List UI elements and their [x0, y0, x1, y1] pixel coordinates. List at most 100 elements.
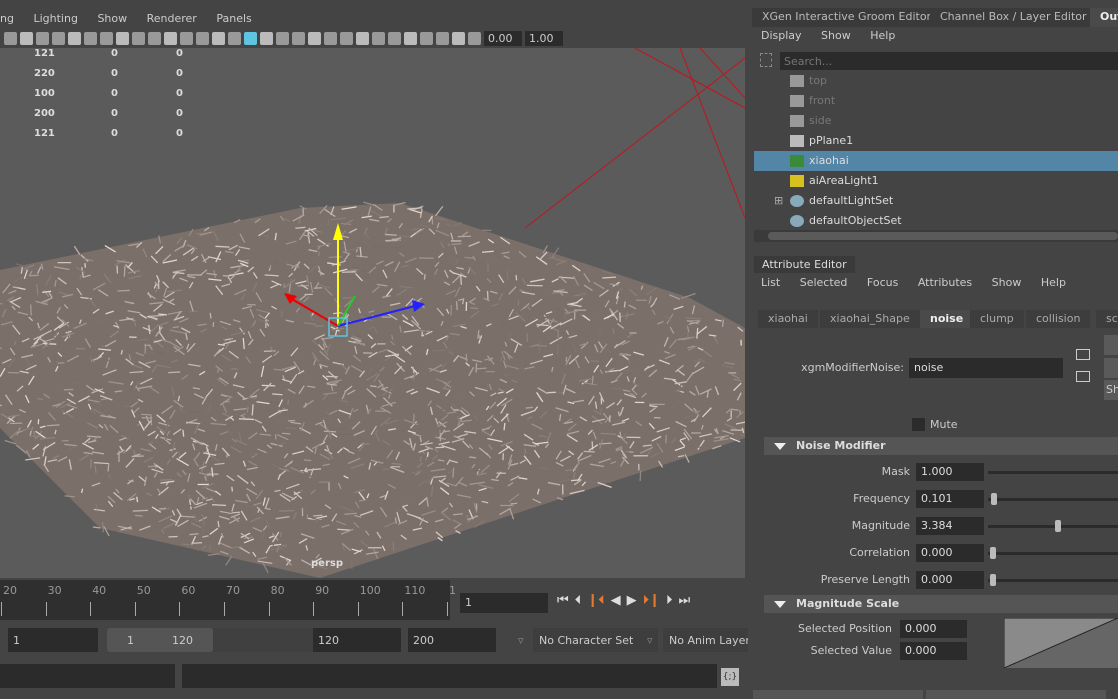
attr-field-mask[interactable]: 1.000: [916, 463, 984, 481]
menu-lighting[interactable]: Lighting: [33, 12, 77, 25]
menu-show[interactable]: Show: [992, 276, 1022, 289]
safe-title-icon[interactable]: [212, 32, 225, 45]
menu-show[interactable]: Show: [97, 12, 127, 25]
menu-panels[interactable]: Panels: [216, 12, 251, 25]
motion-blur-icon[interactable]: [340, 32, 353, 45]
grid-icon[interactable]: [116, 32, 129, 45]
gamma-field[interactable]: 1.00: [525, 31, 563, 46]
select-camera-icon[interactable]: [404, 32, 417, 45]
ambient-occlusion-icon[interactable]: [324, 32, 337, 45]
outliner-search-input[interactable]: [780, 52, 1118, 70]
tab-xgen[interactable]: XGen Interactive Groom Editor: [752, 8, 942, 27]
menu-help[interactable]: Help: [1041, 276, 1066, 289]
attr-field-magnitude[interactable]: 3.384: [916, 517, 984, 535]
outliner-item-pPlane1[interactable]: pPlane1: [754, 131, 1118, 151]
menu-focus[interactable]: Focus: [867, 276, 898, 289]
focus-button[interactable]: [1104, 335, 1118, 355]
menu-renderer[interactable]: Renderer: [147, 12, 197, 25]
slider-handle[interactable]: [990, 574, 996, 586]
attr-slider[interactable]: [988, 579, 1118, 582]
shadows-icon[interactable]: [292, 32, 305, 45]
current-frame-field[interactable]: 1: [460, 593, 548, 613]
isolate-icon[interactable]: [388, 32, 401, 45]
range-track[interactable]: [213, 628, 313, 652]
safe-action-icon[interactable]: [196, 32, 209, 45]
outliner-item-xiaohai[interactable]: xiaohai: [754, 151, 1118, 171]
show-button[interactable]: Sh: [1104, 380, 1118, 400]
attr-slider[interactable]: [988, 498, 1118, 501]
go-to-end-icon[interactable]: ⏭: [679, 593, 691, 608]
anti-alias-icon[interactable]: [356, 32, 369, 45]
menu-display[interactable]: Display: [761, 29, 802, 42]
presets-button[interactable]: [1104, 358, 1118, 378]
xray-icon[interactable]: [100, 32, 113, 45]
step-forward-icon[interactable]: ⏵: [666, 593, 673, 608]
start-time-field[interactable]: 1: [8, 628, 98, 652]
character-set-menu[interactable]: No Character Set: [533, 628, 658, 652]
outliner-item-aiAreaLight1[interactable]: aiAreaLight1: [754, 171, 1118, 191]
gate-mask-icon[interactable]: [164, 32, 177, 45]
bookmark2-icon[interactable]: [52, 32, 65, 45]
input-connection-icon[interactable]: [1076, 349, 1090, 360]
load-attributes-button[interactable]: [926, 690, 1106, 699]
selected-value-field[interactable]: 0.000: [900, 642, 967, 660]
ae-tab-xiaohai_Shape[interactable]: xiaohai_Shape: [820, 310, 920, 328]
outliner-hscrollbar[interactable]: [754, 230, 1118, 242]
output-connection-icon[interactable]: [1076, 371, 1090, 382]
exposure-field[interactable]: 0.00: [484, 31, 522, 46]
viewport-3d[interactable]: 121 0 0 220 0 0 100 0 0 200 0 0 121 0 0 persp: [0, 48, 745, 578]
resolution-gate-icon[interactable]: [148, 32, 161, 45]
outliner-item-defaultObjectSet[interactable]: defaultObjectSet: [754, 211, 1118, 231]
camera-icon[interactable]: [4, 32, 17, 45]
ae-tab-clump[interactable]: clump: [970, 310, 1024, 328]
component-icon[interactable]: [452, 32, 465, 45]
character-set-dropdown-icon[interactable]: ▿: [518, 634, 524, 647]
selected-position-field[interactable]: 0.000: [900, 620, 967, 638]
play-forward-icon[interactable]: ▶: [627, 593, 637, 608]
attr-field-correlation[interactable]: 0.000: [916, 544, 984, 562]
attr-field-preserve-length[interactable]: 0.000: [916, 571, 984, 589]
section-magnitude-scale[interactable]: Magnitude Scale: [764, 595, 1118, 613]
xray-active-icon[interactable]: [436, 32, 449, 45]
step-back-icon[interactable]: ⏴: [575, 593, 582, 608]
image-plane-icon[interactable]: [68, 32, 81, 45]
select-button[interactable]: [753, 690, 923, 699]
attr-slider[interactable]: [988, 525, 1118, 528]
menu-show[interactable]: Show: [821, 29, 851, 42]
anim-layer-dropdown-icon[interactable]: ▿: [647, 634, 653, 647]
outliner-item-front[interactable]: front: [754, 91, 1118, 111]
range-slider[interactable]: 1 120: [107, 628, 213, 652]
smooth-shade-icon[interactable]: [244, 32, 257, 45]
ae-tab-noise[interactable]: noise: [920, 310, 974, 328]
outliner-item-defaultLightSet[interactable]: ⊞ defaultLightSet: [754, 191, 1118, 211]
default-material-icon[interactable]: [260, 32, 273, 45]
exposure-icon[interactable]: [468, 32, 481, 45]
anim-layer-menu[interactable]: No Anim Layer: [663, 628, 748, 652]
attr-field-frequency[interactable]: 0.101: [916, 490, 984, 508]
lights-icon[interactable]: [308, 32, 321, 45]
xray-joints-icon[interactable]: [420, 32, 433, 45]
step-back-key-icon[interactable]: ❙⏴: [587, 593, 604, 608]
anim-end-field[interactable]: 200: [408, 628, 496, 652]
camera-attr-icon[interactable]: [20, 32, 33, 45]
command-line-input[interactable]: [0, 664, 175, 688]
end-time-field[interactable]: 120: [313, 628, 401, 652]
script-editor-icon[interactable]: {;}: [721, 668, 739, 686]
tab-outliner[interactable]: Out: [1090, 8, 1118, 27]
slider-handle[interactable]: [991, 493, 998, 505]
attr-slider[interactable]: [988, 552, 1118, 555]
attr-slider[interactable]: [988, 471, 1118, 474]
slider-handle[interactable]: [990, 547, 996, 559]
node-name-field[interactable]: noise: [909, 358, 1063, 378]
ae-tab-xiaohai[interactable]: xiaohai: [758, 310, 818, 328]
menu-shading[interactable]: ng: [0, 12, 14, 25]
menu-attributes[interactable]: Attributes: [918, 276, 972, 289]
menu-help[interactable]: Help: [870, 29, 895, 42]
time-slider[interactable]: 20 30 40 50 60 70 80 90 100 110 1: [0, 580, 456, 620]
ae-tab-scu[interactable]: scu: [1096, 310, 1118, 328]
depth-of-field-icon[interactable]: [372, 32, 385, 45]
magnitude-ramp-graph[interactable]: [1004, 618, 1118, 668]
wireframe-icon[interactable]: [228, 32, 241, 45]
bookmark-icon[interactable]: [36, 32, 49, 45]
outliner-item-top[interactable]: top: [754, 71, 1118, 91]
